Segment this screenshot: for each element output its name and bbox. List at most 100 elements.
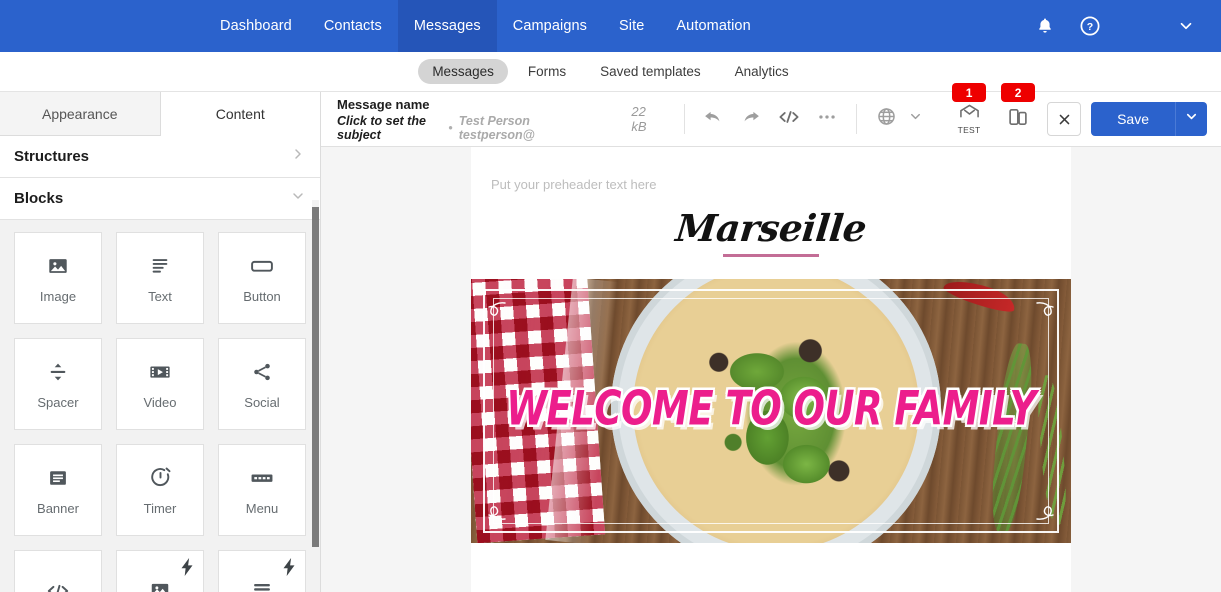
dynamic-text-icon bbox=[251, 578, 273, 592]
code-icon bbox=[777, 106, 801, 133]
block-tile-video[interactable]: Video bbox=[116, 338, 204, 430]
block-tile-banner[interactable]: Banner bbox=[14, 444, 102, 536]
left-panel-scroll-thumb[interactable] bbox=[312, 207, 319, 547]
spacer-icon bbox=[47, 359, 69, 385]
undo-button[interactable] bbox=[696, 102, 730, 136]
lightning-bolt-icon bbox=[283, 558, 296, 581]
subnav-item-saved-templates[interactable]: Saved templates bbox=[586, 59, 715, 84]
redo-button[interactable] bbox=[734, 102, 768, 136]
save-button-group: Save bbox=[1091, 102, 1207, 136]
undo-icon bbox=[702, 106, 724, 133]
globe-icon bbox=[876, 106, 897, 132]
top-nav-item-campaigns[interactable]: Campaigns bbox=[497, 0, 603, 52]
html-code-icon bbox=[45, 578, 71, 592]
main-area: Appearance Content Structures Blocks Ima… bbox=[0, 83, 1221, 592]
message-size: 22 kB bbox=[631, 104, 647, 134]
redo-icon bbox=[740, 106, 762, 133]
block-tile-label: Banner bbox=[37, 500, 79, 516]
test-envelope-icon bbox=[959, 104, 980, 124]
timer-icon bbox=[149, 465, 172, 491]
toolbar-history-group bbox=[696, 102, 844, 136]
source-code-button[interactable] bbox=[772, 102, 806, 136]
toolbar-right-actions: Save bbox=[1035, 102, 1207, 136]
toolbar-test-group: 1 TEST 2 bbox=[949, 83, 1036, 139]
preheader-text[interactable]: Put your preheader text here bbox=[471, 147, 1071, 192]
chevron-down-icon bbox=[908, 109, 923, 129]
top-nav-links: Dashboard Contacts Messages Campaigns Si… bbox=[204, 0, 767, 52]
subnav-item-analytics[interactable]: Analytics bbox=[721, 59, 803, 84]
text-icon bbox=[149, 253, 171, 279]
save-button[interactable]: Save bbox=[1091, 102, 1175, 136]
block-tile-dynamic-image[interactable] bbox=[116, 550, 204, 592]
email-canvas: Put your preheader text here Marseille W… bbox=[321, 147, 1221, 592]
close-button[interactable] bbox=[1047, 102, 1082, 136]
save-dropdown-button[interactable] bbox=[1175, 102, 1207, 136]
email-body[interactable]: Put your preheader text here Marseille W… bbox=[471, 147, 1071, 592]
block-tile-html-code[interactable] bbox=[14, 550, 102, 592]
email-logo-block[interactable]: Marseille bbox=[471, 192, 1071, 279]
toolbar-divider bbox=[683, 104, 685, 134]
hero-image-block[interactable]: WELCOME TO OUR FAMILY bbox=[471, 279, 1071, 543]
accordion-structures[interactable]: Structures bbox=[0, 136, 320, 178]
greens-graphic bbox=[718, 342, 848, 508]
logo-underline bbox=[723, 254, 819, 257]
bell-icon[interactable] bbox=[1035, 16, 1055, 36]
top-nav-label: Messages bbox=[413, 18, 481, 34]
preview-device-button[interactable]: 2 bbox=[1001, 83, 1036, 139]
message-meta: Message name Click to set the subject • … bbox=[337, 97, 575, 142]
block-tile-text[interactable]: Text bbox=[116, 232, 204, 324]
editor-area: Message name Click to set the subject • … bbox=[321, 83, 1221, 592]
block-tile-timer[interactable]: Timer bbox=[116, 444, 204, 536]
badge-preview: 2 bbox=[1001, 83, 1036, 102]
subnav-item-messages[interactable]: Messages bbox=[418, 59, 508, 84]
banner-icon bbox=[47, 465, 69, 491]
top-nav-item-dashboard[interactable]: Dashboard bbox=[204, 0, 308, 52]
top-nav-label: Site bbox=[619, 18, 645, 34]
button-icon bbox=[249, 253, 275, 279]
block-tile-image[interactable]: Image bbox=[14, 232, 102, 324]
top-nav-item-site[interactable]: Site bbox=[603, 0, 660, 52]
language-caret[interactable] bbox=[905, 102, 925, 136]
block-tile-label: Button bbox=[243, 288, 281, 304]
top-nav-item-messages[interactable]: Messages bbox=[397, 0, 497, 52]
account-chevron-down-icon[interactable] bbox=[1177, 17, 1195, 35]
blocks-scroll-area: Image Text Button Spacer Video Social Ba… bbox=[0, 220, 320, 592]
sender-name[interactable]: Test Person testperson@ bbox=[459, 114, 576, 142]
top-nav-item-automation[interactable]: Automation bbox=[660, 0, 766, 52]
send-test-button[interactable]: 1 TEST bbox=[949, 83, 989, 139]
subnav-item-forms[interactable]: Forms bbox=[514, 59, 580, 84]
block-tile-menu[interactable]: Menu bbox=[218, 444, 306, 536]
top-nav-item-contacts[interactable]: Contacts bbox=[308, 0, 398, 52]
block-tile-spacer[interactable]: Spacer bbox=[14, 338, 102, 430]
social-icon bbox=[251, 359, 273, 385]
menu-icon bbox=[249, 465, 275, 491]
top-nav-label: Automation bbox=[676, 18, 751, 34]
language-button[interactable] bbox=[869, 102, 903, 136]
accordion-blocks[interactable]: Blocks bbox=[0, 178, 320, 220]
block-tile-label: Image bbox=[39, 288, 77, 304]
more-options-button[interactable] bbox=[810, 102, 844, 136]
chevron-right-icon bbox=[290, 146, 306, 167]
block-tile-label: Menu bbox=[245, 500, 279, 516]
message-name[interactable]: Message name bbox=[337, 97, 575, 112]
top-nav-label: Campaigns bbox=[512, 18, 588, 34]
block-tile-label: Video bbox=[143, 394, 177, 410]
help-icon[interactable]: ? bbox=[1079, 15, 1101, 37]
top-navigation-bar: Dashboard Contacts Messages Campaigns Si… bbox=[0, 0, 1221, 52]
toolbar-language-group bbox=[869, 102, 925, 136]
panel-tab-content[interactable]: Content bbox=[160, 92, 320, 136]
blocks-grid: Image Text Button Spacer Video Social Ba… bbox=[14, 232, 306, 592]
lightning-bolt-icon bbox=[181, 558, 194, 581]
block-tile-social[interactable]: Social bbox=[218, 338, 306, 430]
subject-placeholder[interactable]: Click to set the subject bbox=[337, 114, 442, 142]
block-tile-label: Spacer bbox=[37, 394, 79, 410]
svg-text:?: ? bbox=[1087, 21, 1093, 33]
secondary-navigation-bar: Messages Forms Saved templates Analytics bbox=[0, 52, 1221, 92]
block-tile-dynamic-text[interactable] bbox=[218, 550, 306, 592]
block-tile-button[interactable]: Button bbox=[218, 232, 306, 324]
panel-tabs: Appearance Content bbox=[0, 92, 320, 136]
accordion-blocks-title: Blocks bbox=[14, 190, 64, 207]
block-tile-label: Text bbox=[148, 288, 172, 304]
left-panel-scrollbar[interactable] bbox=[312, 200, 319, 592]
panel-tab-appearance[interactable]: Appearance bbox=[0, 92, 161, 136]
